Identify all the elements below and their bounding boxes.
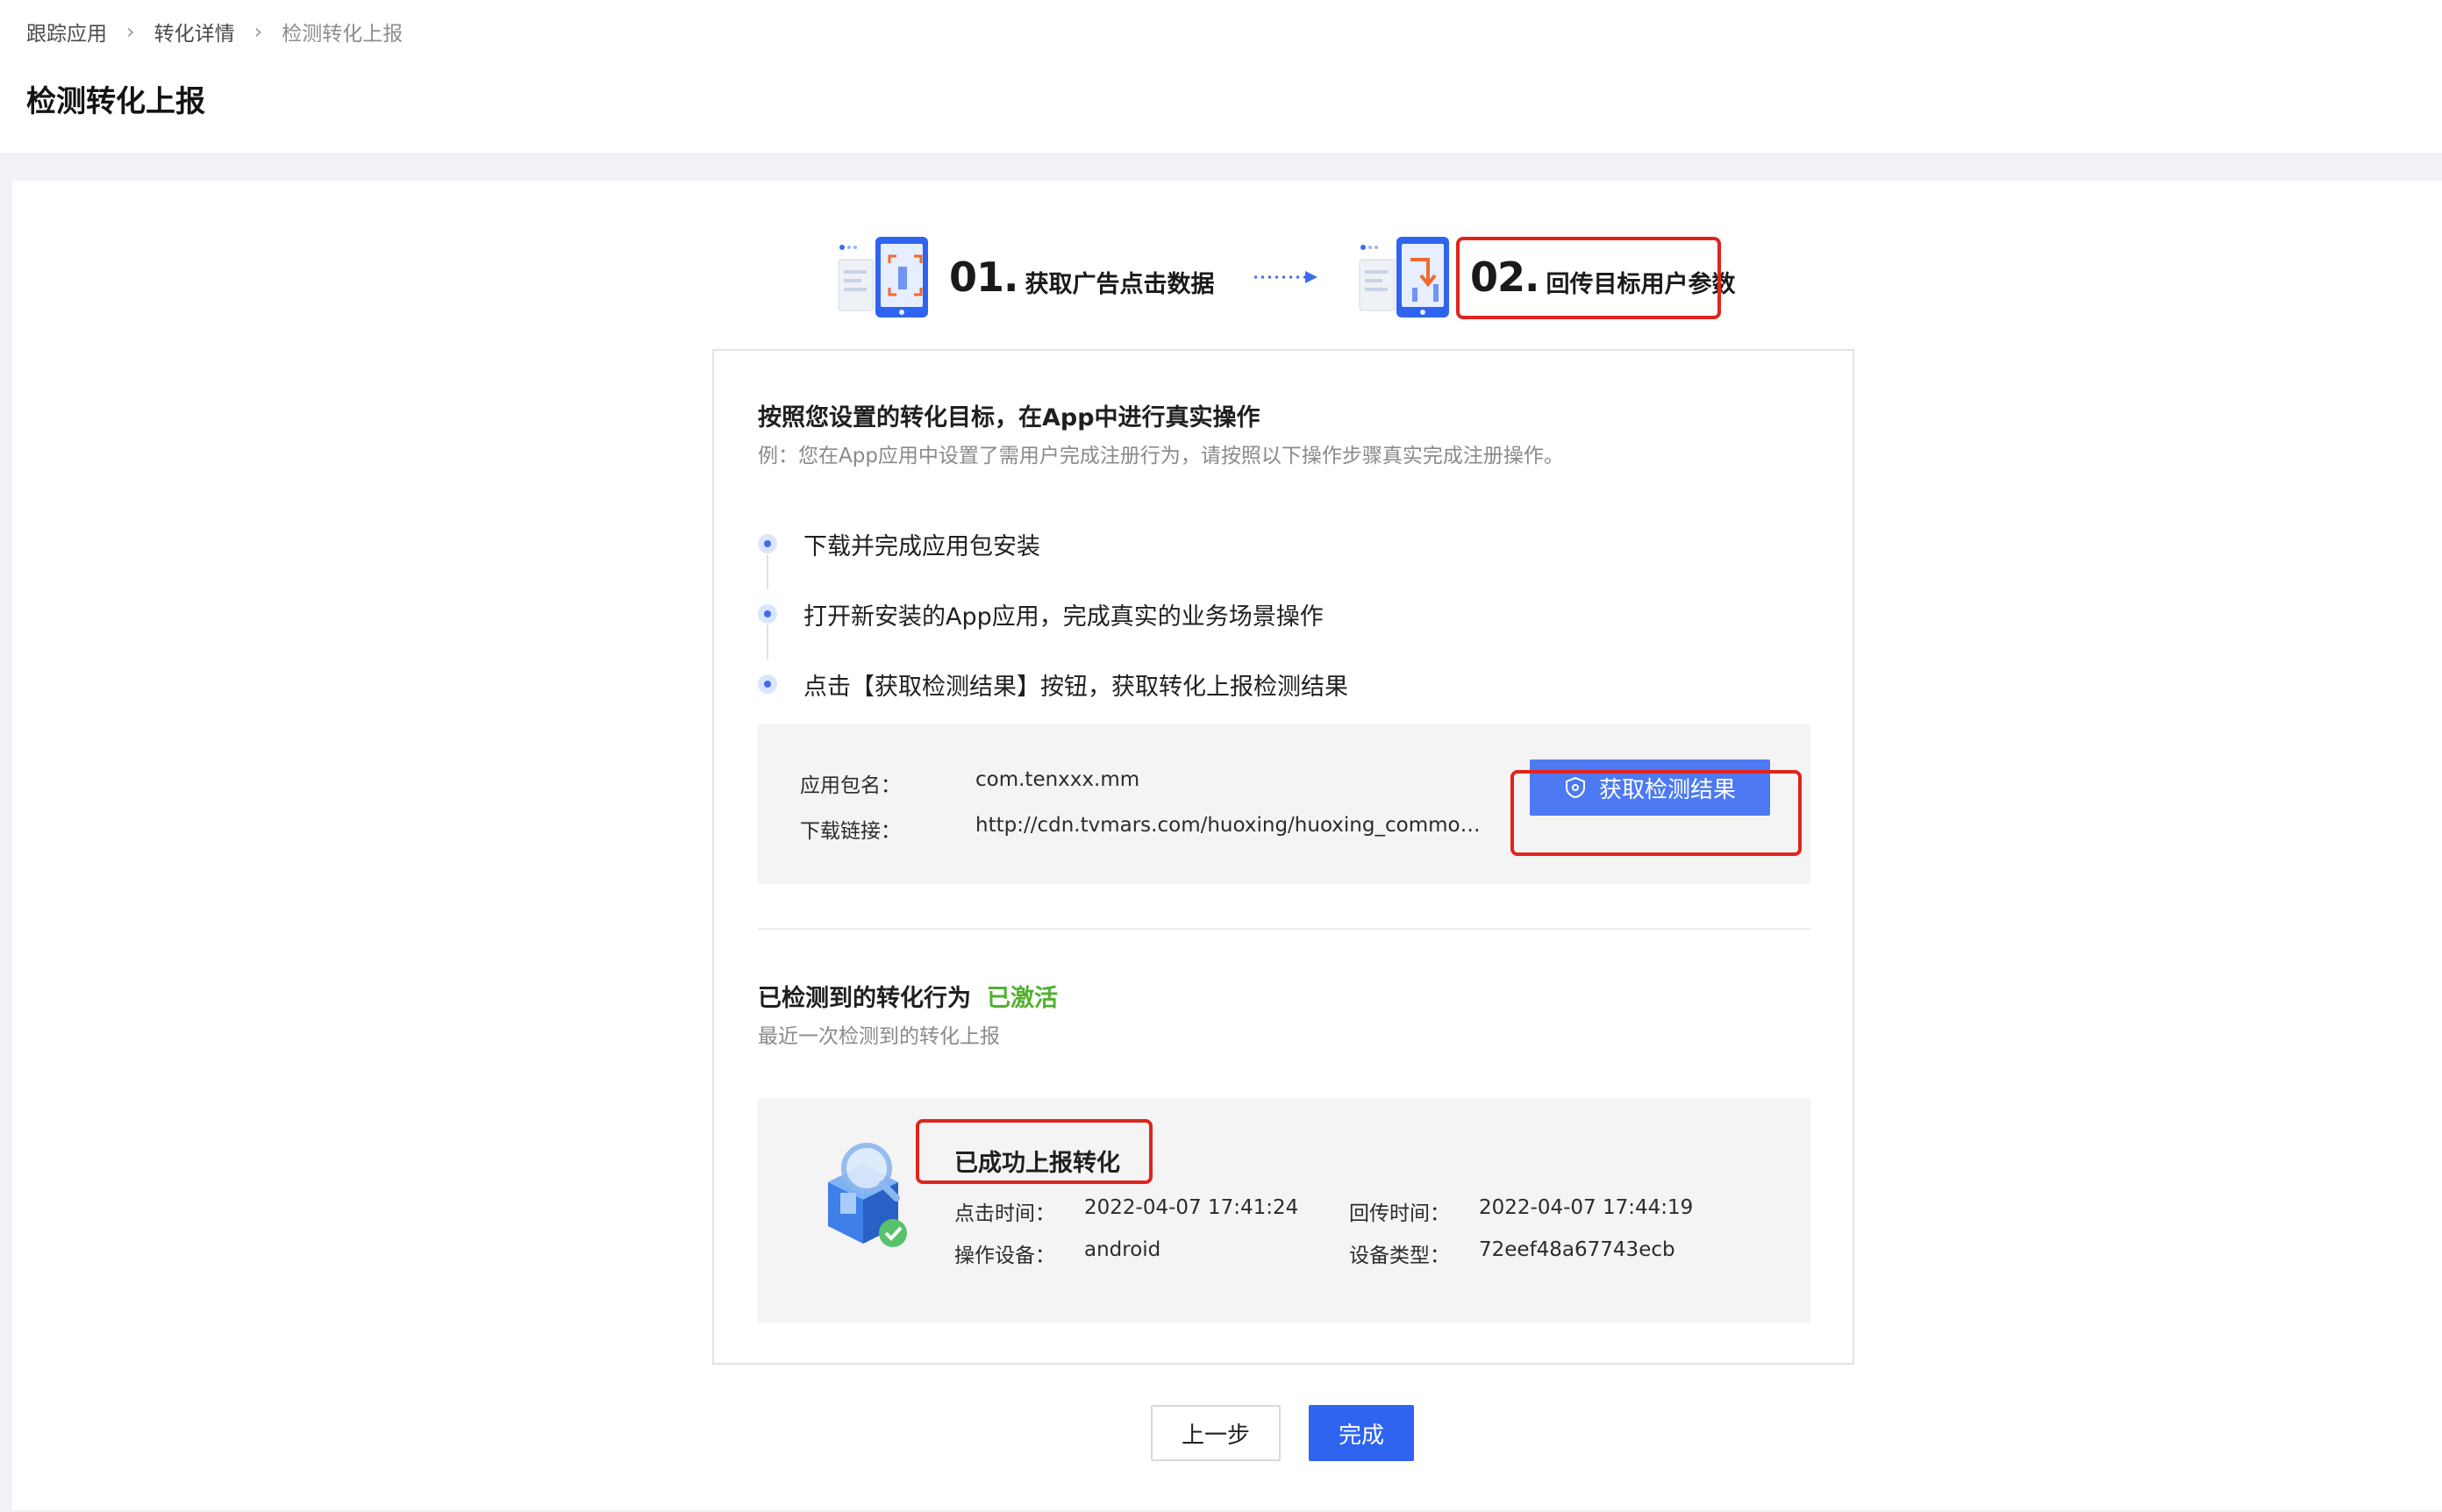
step-text: 下载并完成应用包安装 xyxy=(803,532,1040,560)
breadcrumb-item-conversion-detail[interactable]: 转化详情 xyxy=(154,17,235,46)
click-time-label: 点击时间： xyxy=(954,1202,1055,1225)
step-text: 点击【获取检测结果】按钮，获取转化上报检测结果 xyxy=(803,673,1348,701)
highlight-box-result-title xyxy=(916,1119,1153,1184)
package-row: 应用包名： com.tenxxx.mm xyxy=(800,768,1493,798)
step-1: 01. 获取广告点击数据 xyxy=(837,233,1215,321)
device-value: android xyxy=(1084,1238,1161,1261)
list-item: 下载并完成应用包安装 xyxy=(758,526,1040,561)
timeline-dot-icon xyxy=(758,534,777,553)
chevron-right-icon: › xyxy=(126,19,135,44)
callback-time-value: 2022-04-07 17:44:19 xyxy=(1479,1196,1694,1219)
click-time-value: 2022-04-07 17:41:24 xyxy=(1084,1196,1299,1219)
click-time-row: 点击时间： 2022-04-07 17:41:24 xyxy=(954,1196,1298,1226)
detection-card: 按照您设置的转化目标，在App中进行真实操作 例：您在App应用中设置了需用户完… xyxy=(712,349,1854,1365)
list-item: 打开新安装的App应用，完成真实的业务场景操作 xyxy=(758,596,1324,631)
phone-upload-icon xyxy=(1358,233,1454,321)
timeline-dot-icon xyxy=(758,604,777,624)
done-button[interactable]: 完成 xyxy=(1309,1405,1414,1461)
device-type-row: 设备类型： 72eef48a67743ecb xyxy=(1349,1238,1675,1268)
package-label: 应用包名： xyxy=(800,774,901,797)
phone-scan-icon xyxy=(837,233,933,321)
list-item: 点击【获取检测结果】按钮，获取转化上报检测结果 xyxy=(758,667,1348,702)
detected-subtitle: 最近一次检测到的转化上报 xyxy=(758,1025,1000,1048)
chevron-right-icon: › xyxy=(253,19,263,44)
status-badge: 已激活 xyxy=(987,985,1058,1012)
callback-time-label: 回传时间： xyxy=(1349,1202,1450,1225)
dotted-arrow-icon xyxy=(1254,271,1317,283)
timeline-dot-icon xyxy=(758,674,777,694)
magnifier-check-illustration-icon xyxy=(828,1143,907,1247)
page-header: 跟踪应用 › 转化详情 › 检测转化上报 检测转化上报 xyxy=(0,0,2442,153)
callback-time-row: 回传时间： 2022-04-07 17:44:19 xyxy=(1349,1196,1693,1226)
download-label: 下载链接： xyxy=(800,820,901,843)
page-title: 检测转化上报 xyxy=(26,84,205,119)
step-number: 01. xyxy=(949,253,1018,301)
device-label: 操作设备： xyxy=(954,1245,1055,1267)
breadcrumb-item-current: 检测转化上报 xyxy=(282,23,403,46)
download-link[interactable]: http://cdn.tvmars.com/huoxing/huoxing_co… xyxy=(975,814,1493,844)
breadcrumb-item-tracking-app[interactable]: 跟踪应用 xyxy=(26,17,107,46)
device-row: 操作设备： android xyxy=(954,1238,1160,1268)
detected-title-text: 已检测到的转化行为 xyxy=(758,985,971,1012)
step-text: 打开新安装的App应用，完成真实的业务场景操作 xyxy=(803,603,1324,631)
step-label: 获取广告点击数据 xyxy=(1025,270,1215,298)
device-type-value: 72eef48a67743ecb xyxy=(1479,1238,1675,1261)
divider xyxy=(758,928,1810,930)
device-type-label: 设备类型： xyxy=(1349,1245,1450,1267)
main-panel: 01. 获取广告点击数据 02. 回传目标用户参数 按照您设置的转化目标，在Ap… xyxy=(12,181,2442,1510)
package-value: com.tenxxx.mm xyxy=(975,768,1140,791)
guide-subtitle: 例：您在App应用中设置了需用户完成注册行为，请按照以下操作步骤真实完成注册操作… xyxy=(758,445,1564,467)
highlight-box-step2 xyxy=(1456,237,1721,319)
highlight-box-get-result xyxy=(1510,770,1802,856)
download-row: 下载链接： http://cdn.tvmars.com/huoxing/huox… xyxy=(800,814,1493,844)
guide-title: 按照您设置的转化目标，在App中进行真实操作 xyxy=(758,404,1260,431)
operation-steps: 下载并完成应用包安装 打开新安装的App应用，完成真实的业务场景操作 点击【获取… xyxy=(758,526,1547,745)
breadcrumb: 跟踪应用 › 转化详情 › 检测转化上报 xyxy=(26,16,403,47)
prev-step-button[interactable]: 上一步 xyxy=(1151,1405,1281,1461)
detected-title: 已检测到的转化行为 已激活 xyxy=(758,979,1058,1013)
